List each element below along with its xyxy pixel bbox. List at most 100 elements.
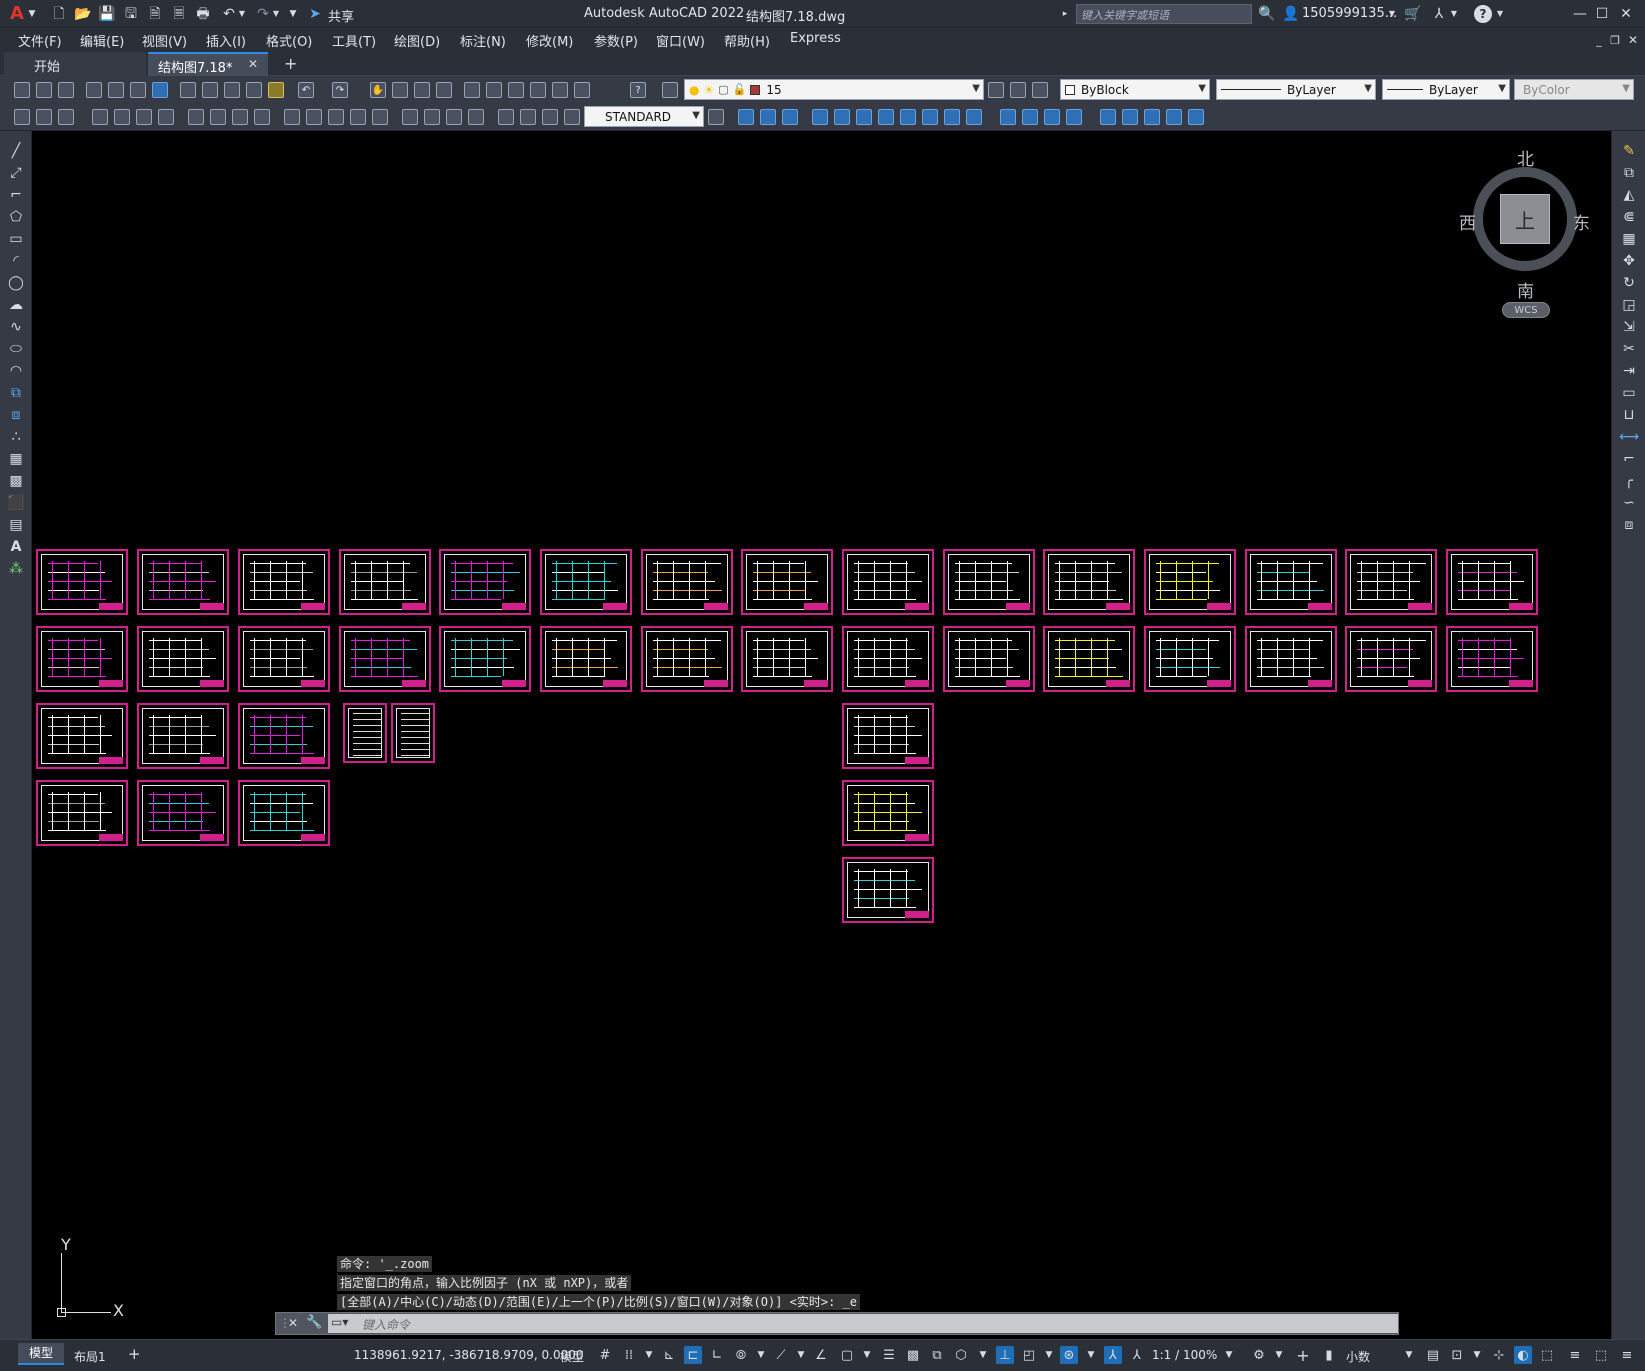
break-icon[interactable]: ⊔	[1619, 405, 1639, 425]
dim-update-icon[interactable]	[540, 107, 560, 127]
copy-object-icon[interactable]: ⧉	[1619, 163, 1639, 183]
autodesk-app-icon[interactable]: ⅄	[1430, 5, 1448, 23]
gizmo-icon[interactable]: ⊛	[1060, 1346, 1078, 1364]
viewcube-south[interactable]: 南	[1517, 277, 1534, 302]
tb-design-center-icon[interactable]	[484, 80, 504, 100]
customize-qat-icon[interactable]: ▼	[288, 8, 298, 20]
tb-cut-icon[interactable]	[178, 80, 198, 100]
menu-view[interactable]: 视图(V)	[142, 31, 187, 50]
object-snap-icon[interactable]: ▢	[838, 1346, 856, 1364]
drawing-sheet[interactable]	[36, 626, 128, 692]
undo-dropdown-icon[interactable]: ▼	[238, 8, 246, 20]
workspace-gear-icon[interactable]: ⚙	[1250, 1346, 1268, 1364]
drawing-sheet[interactable]	[439, 626, 531, 692]
menu-parametric[interactable]: 参数(P)	[594, 31, 638, 50]
break-at-point-icon[interactable]: ▭	[1619, 383, 1639, 403]
drawing-sheet[interactable]	[842, 626, 934, 692]
share-button-label[interactable]: 共享	[328, 6, 354, 25]
tb-copy-icon[interactable]	[200, 80, 220, 100]
tb-publish-icon[interactable]	[128, 80, 148, 100]
draw-ellipse-arc-icon[interactable]: ◠	[6, 361, 26, 381]
drawing-sheet[interactable]	[641, 626, 733, 692]
drawing-sheet[interactable]	[1245, 626, 1337, 692]
dim-jogged-linear-icon[interactable]	[466, 107, 486, 127]
draw-polyline-icon[interactable]: ⌐	[6, 185, 26, 205]
plot-icon[interactable]: 🖶	[194, 5, 212, 23]
save-icon[interactable]: 💾	[98, 5, 116, 23]
draw-line-icon[interactable]: ╱	[6, 141, 26, 161]
units-icon[interactable]: ▮	[1320, 1346, 1338, 1364]
tb-redo-icon[interactable]: ↷	[330, 80, 350, 100]
web-mobile-open-icon[interactable]: 🗎	[146, 5, 164, 23]
drawing-sheet[interactable]	[137, 780, 229, 846]
drawing-sheet[interactable]	[1144, 626, 1236, 692]
drawing-sheet[interactable]	[1446, 549, 1538, 615]
erase-icon[interactable]: ✎	[1619, 141, 1639, 161]
tb-tool-palettes-icon[interactable]	[506, 80, 526, 100]
drawing-sheet[interactable]	[943, 626, 1035, 692]
drawing-sheet[interactable]	[238, 780, 330, 846]
mirror-icon[interactable]: ◭	[1619, 185, 1639, 205]
tb-calculator-icon[interactable]	[572, 80, 592, 100]
annotation-scale-dropdown-icon[interactable]: ▼	[1220, 1346, 1238, 1364]
draw-arc-icon[interactable]: ◜	[6, 251, 26, 271]
mod-tool-4-icon[interactable]	[810, 107, 830, 127]
extend-icon[interactable]: ⇥	[1619, 361, 1639, 381]
menu-edit[interactable]: 编辑(E)	[80, 31, 124, 50]
tb-undo-icon[interactable]: ↶	[296, 80, 316, 100]
dim-linear-icon[interactable]	[90, 107, 110, 127]
tb-open-icon[interactable]	[34, 80, 54, 100]
explode-icon[interactable]: ⧈	[1619, 515, 1639, 535]
tab-layout1[interactable]: 布局1	[74, 1348, 106, 1365]
hatch-icon[interactable]: ▦	[6, 449, 26, 469]
lineweight-dropdown[interactable]: ByLayer ▼	[1382, 79, 1510, 100]
mod-tool-1-icon[interactable]	[736, 107, 756, 127]
drawing-sheet[interactable]	[1345, 626, 1437, 692]
table-icon[interactable]: ▤	[6, 515, 26, 535]
text-style-dropdown[interactable]: STANDARD ▼	[584, 106, 704, 127]
drawing-sheet[interactable]	[842, 549, 934, 615]
dim-quick-icon[interactable]	[282, 107, 302, 127]
save-as-icon[interactable]: 🖫	[122, 5, 140, 23]
app-menu-chevron-icon[interactable]: ▼	[27, 8, 37, 20]
mod-tool-2-icon[interactable]	[758, 107, 778, 127]
clean-screen-icon[interactable]: ⬚	[1538, 1346, 1556, 1364]
dim-jogged-icon[interactable]	[208, 107, 228, 127]
dim-space-icon[interactable]	[348, 107, 368, 127]
drawing-sheet[interactable]	[137, 626, 229, 692]
doc-close-icon[interactable]: ✕	[1626, 32, 1640, 48]
linetype-dropdown[interactable]: ByLayer ▼	[1216, 79, 1376, 100]
doc-restore-icon[interactable]: ❐	[1608, 32, 1622, 48]
color-dropdown[interactable]: ByBlock ▼	[1060, 79, 1210, 100]
window-close-button[interactable]: ✕	[1616, 4, 1636, 24]
gradient-icon[interactable]: ▩	[6, 471, 26, 491]
coordinates-readout[interactable]: 1138961.9217, -386718.9709, 0.0000	[354, 1348, 584, 1362]
blend-curves-icon[interactable]: ∽	[1619, 493, 1639, 513]
autocad-logo-icon[interactable]: A	[8, 4, 26, 24]
new-file-icon[interactable]: 🗋	[50, 5, 68, 23]
dim-center-icon[interactable]	[422, 107, 442, 127]
lineweight-icon[interactable]: ☰	[880, 1346, 898, 1364]
dim-text-edit-icon[interactable]	[518, 107, 538, 127]
dim-ordinate-icon[interactable]	[156, 107, 176, 127]
snap-icon[interactable]: ⁞⁞	[620, 1346, 638, 1364]
dim-aligned-icon[interactable]	[112, 107, 132, 127]
customization-icon[interactable]: ≡	[1566, 1346, 1584, 1364]
dim-continue-icon[interactable]	[326, 107, 346, 127]
drawing-sheet[interactable]	[1345, 549, 1437, 615]
draw-rectangle-icon[interactable]: ▭	[6, 229, 26, 249]
draw-revcloud-icon[interactable]: ☁	[6, 295, 26, 315]
tb-zoom-realtime-icon[interactable]	[390, 80, 410, 100]
quick-properties-icon[interactable]: ▤	[1424, 1346, 1442, 1364]
tb-help-icon[interactable]: ?	[628, 80, 648, 100]
plotstyle-dropdown[interactable]: ByColor ▼	[1514, 79, 1634, 100]
help-icon[interactable]: ?	[1474, 5, 1492, 23]
user-icon[interactable]: 👤	[1282, 5, 1300, 23]
scale-icon[interactable]: ◲	[1619, 295, 1639, 315]
dim-style-icon[interactable]	[562, 107, 582, 127]
mod-tool-12-icon[interactable]	[998, 107, 1018, 127]
mod-tool-20-icon[interactable]	[1186, 107, 1206, 127]
drawing-sheet[interactable]	[238, 549, 330, 615]
tb-preview-icon[interactable]	[106, 80, 126, 100]
viewcube-west[interactable]: 西	[1459, 209, 1476, 234]
